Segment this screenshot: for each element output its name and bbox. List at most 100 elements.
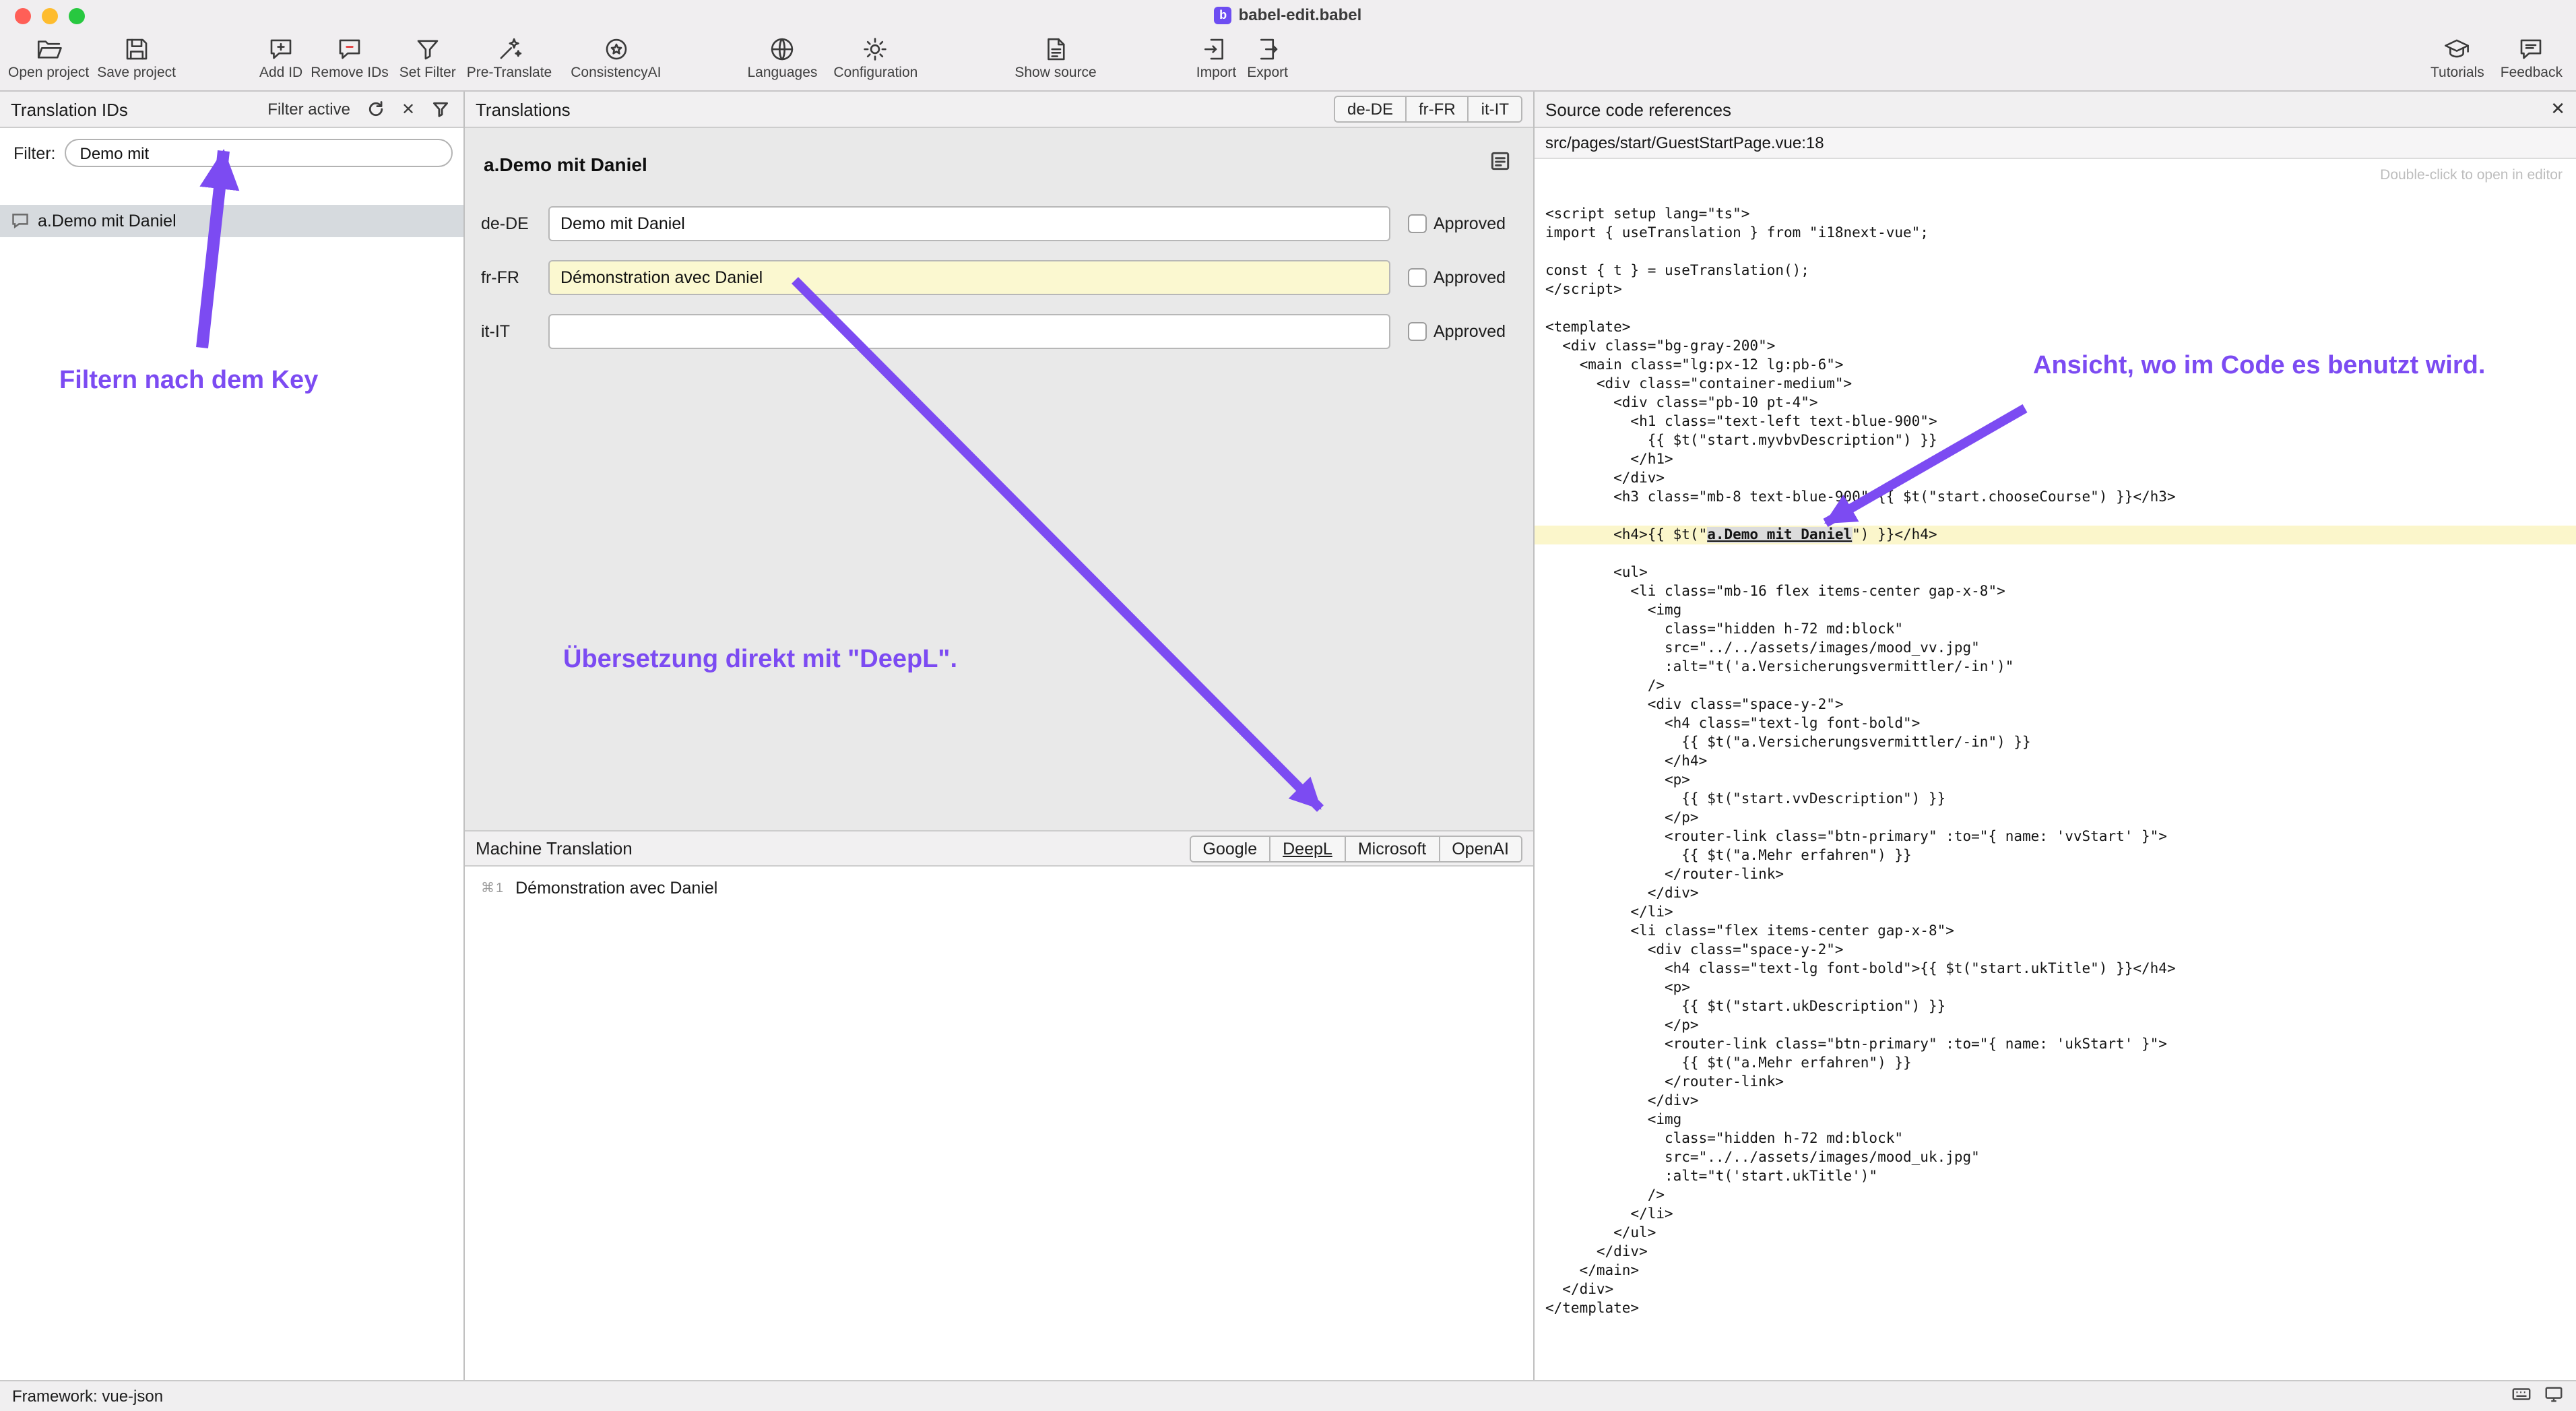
- feedback-button[interactable]: Feedback: [2501, 32, 2563, 81]
- code-line: </div>: [1535, 1280, 2576, 1299]
- language-label: it-IT: [481, 322, 548, 341]
- code-line: <h1 class="text-left text-blue-900">: [1535, 412, 2576, 431]
- translation-input-it-IT[interactable]: [548, 314, 1390, 349]
- code-line: </h4>: [1535, 752, 2576, 771]
- code-line: {{ $t("start.ukDescription") }}: [1535, 997, 2576, 1016]
- code-line: import { useTranslation } from "i18next-…: [1535, 224, 2576, 243]
- code-line: <div class="space-y-2">: [1535, 695, 2576, 714]
- translation-id-item[interactable]: a.Demo mit Daniel: [0, 205, 463, 237]
- lang-tab-de-DE[interactable]: de-DE: [1335, 97, 1405, 121]
- export-button[interactable]: Export: [1247, 32, 1288, 81]
- display-icon[interactable]: [2544, 1384, 2564, 1408]
- approved-checkbox-de-DE[interactable]: [1408, 214, 1427, 233]
- app-window: b babel-edit.babel Open project Save pro…: [0, 0, 2576, 1411]
- add-id-icon: [267, 32, 295, 65]
- translations-header: Translations de-DE fr-FR it-IT: [465, 92, 1533, 128]
- translation-input-de-DE[interactable]: [548, 206, 1390, 241]
- translation-row-fr-FR: fr-FR Approved: [481, 260, 1517, 295]
- import-button[interactable]: Import: [1196, 32, 1237, 81]
- code-line: const { t } = useTranslation();: [1535, 261, 2576, 280]
- machine-translation-title: Machine Translation: [476, 838, 633, 858]
- code-line: {{ $t("start.vvDescription") }}: [1535, 790, 2576, 809]
- code-line: </template>: [1535, 1299, 2576, 1318]
- code-line: <div class="space-y-2">: [1535, 941, 2576, 960]
- close-panel-icon[interactable]: ✕: [2550, 98, 2565, 120]
- code-line: </main>: [1535, 1261, 2576, 1280]
- open-project-button[interactable]: Open project: [8, 32, 89, 81]
- translation-input-fr-FR[interactable]: [548, 260, 1390, 295]
- feedback-bubble-icon: [2517, 32, 2546, 65]
- source-references-title: Source code references: [1545, 99, 1731, 119]
- tutorials-button[interactable]: Tutorials: [2430, 32, 2484, 81]
- code-line: {{ $t("start.myvbvDescription") }}: [1535, 431, 2576, 450]
- code-line: <img: [1535, 1110, 2576, 1129]
- code-line: <script setup lang="ts">: [1535, 205, 2576, 224]
- titlebar: b babel-edit.babel: [0, 0, 2576, 30]
- refresh-icon[interactable]: [364, 97, 388, 121]
- app-icon: b: [1215, 6, 1232, 24]
- mt-provider-google[interactable]: Google: [1191, 836, 1270, 860]
- export-icon: [1254, 32, 1282, 65]
- configuration-button[interactable]: Configuration: [833, 32, 917, 81]
- save-project-button[interactable]: Save project: [97, 32, 176, 81]
- mt-result-row[interactable]: ⌘1 Démonstration avec Daniel: [481, 879, 1520, 898]
- code-line: :alt="t('start.ukTitle')": [1535, 1167, 2576, 1186]
- translation-row-de-DE: de-DE Approved: [481, 206, 1517, 241]
- consistency-ai-button[interactable]: ConsistencyAI: [571, 32, 661, 81]
- code-line: </div>: [1535, 1243, 2576, 1261]
- translations-title: Translations: [476, 99, 571, 119]
- entry-title: a.Demo mit Daniel: [484, 154, 647, 175]
- code-line: <li class="mb-16 flex items-center gap-x…: [1535, 582, 2576, 601]
- approved-checkbox-it-IT[interactable]: [1408, 322, 1427, 341]
- mt-provider-buttons: Google DeepL Microsoft OpenAI: [1190, 835, 1523, 862]
- add-id-button[interactable]: Add ID: [259, 32, 302, 81]
- translation-row-it-IT: it-IT Approved: [481, 314, 1517, 349]
- mt-provider-deepl[interactable]: DeepL: [1269, 836, 1345, 860]
- language-label: de-DE: [481, 214, 548, 233]
- code-line: {{ $t("a.Mehr erfahren") }}: [1535, 846, 2576, 865]
- lang-tab-fr-FR[interactable]: fr-FR: [1405, 97, 1468, 121]
- window-title-text: babel-edit.babel: [1239, 5, 1362, 24]
- machine-translation-body: ⌘1 Démonstration avec Daniel: [465, 867, 1533, 1380]
- approved-control: Approved: [1408, 214, 1506, 233]
- source-references-header: Source code references ✕: [1535, 92, 2576, 128]
- language-tabs: de-DE fr-FR it-IT: [1334, 96, 1522, 123]
- source-references-panel: Source code references ✕ src/pages/start…: [1535, 92, 2576, 1380]
- approved-label: Approved: [1434, 322, 1506, 341]
- code-line: </p>: [1535, 1016, 2576, 1035]
- show-source-button[interactable]: Show source: [1015, 32, 1096, 81]
- import-icon: [1202, 32, 1231, 65]
- main-area: Translation IDs Filter active ✕ Filter: …: [0, 92, 2576, 1380]
- approved-checkbox-fr-FR[interactable]: [1408, 268, 1427, 287]
- translation-ids-title: Translation IDs: [11, 99, 128, 119]
- languages-button[interactable]: Languages: [747, 32, 817, 81]
- filter-funnel-icon[interactable]: [428, 97, 453, 121]
- code-line: <template>: [1535, 318, 2576, 337]
- mt-provider-openai[interactable]: OpenAI: [1438, 836, 1521, 860]
- magic-wand-icon: [495, 32, 523, 65]
- lang-tab-it-IT[interactable]: it-IT: [1468, 97, 1521, 121]
- translation-id-list: a.Demo mit Daniel: [0, 205, 463, 237]
- code-line: <ul>: [1535, 563, 2576, 582]
- code-line: </router-link>: [1535, 1073, 2576, 1092]
- filter-funnel-icon: [414, 32, 442, 65]
- framework-label: Framework: vue-json: [12, 1387, 163, 1406]
- language-label: fr-FR: [481, 268, 548, 287]
- pre-translate-button[interactable]: Pre-Translate: [467, 32, 552, 81]
- status-bar: Framework: vue-json: [0, 1380, 2576, 1411]
- set-filter-button[interactable]: Set Filter: [399, 32, 456, 81]
- annotation-deepl-note: Übersetzung direkt mit "DeepL".: [563, 646, 957, 675]
- folder-open-icon: [34, 32, 63, 65]
- filter-input[interactable]: [65, 139, 453, 167]
- source-file-reference[interactable]: src/pages/start/GuestStartPage.vue:18: [1535, 128, 2576, 159]
- code-line: src="../../assets/images/mood_uk.jpg": [1535, 1148, 2576, 1167]
- code-line: />: [1535, 1186, 2576, 1205]
- mt-provider-microsoft[interactable]: Microsoft: [1345, 836, 1438, 860]
- clear-filter-icon[interactable]: ✕: [396, 97, 420, 121]
- remove-ids-button[interactable]: Remove IDs: [311, 32, 389, 81]
- comment-note-button[interactable]: [1489, 150, 1512, 179]
- translations-panel: Translations de-DE fr-FR it-IT a.Demo mi…: [465, 92, 1535, 1380]
- annotation-filter-note: Filtern nach dem Key: [59, 367, 318, 396]
- filter-active-label: Filter active: [267, 100, 350, 119]
- keyboard-icon[interactable]: [2511, 1384, 2532, 1408]
